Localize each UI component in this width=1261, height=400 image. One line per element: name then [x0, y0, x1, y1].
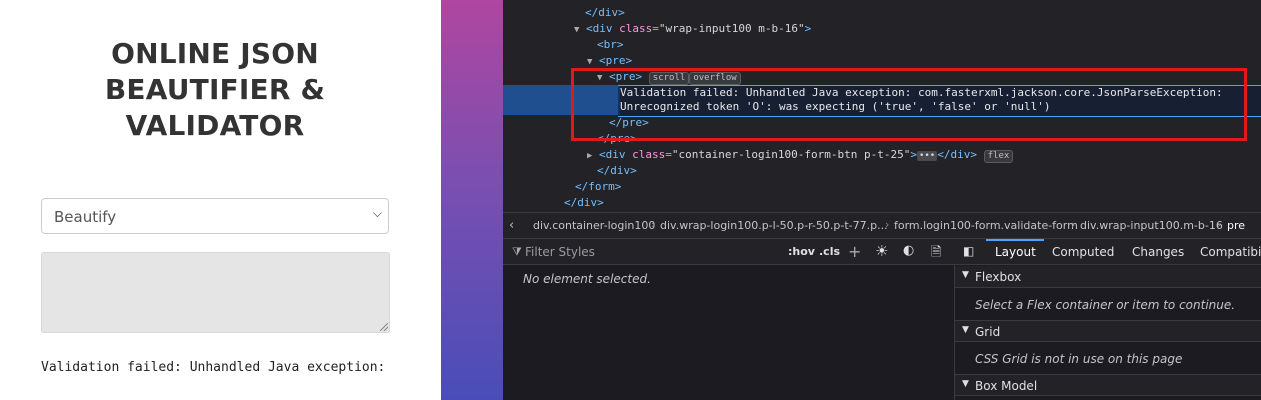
breadcrumb-item[interactable]: div.wrap-input100.m-b-16 — [1080, 219, 1223, 232]
expand-triangle-icon: ▼ — [962, 270, 969, 280]
section-label: Grid — [975, 325, 1001, 339]
webpage: ONLINE JSON BEAUTIFIER & VALIDATOR Beaut… — [0, 0, 441, 400]
section-label: Flexbox — [975, 270, 1022, 284]
tree-node[interactable]: </div> — [597, 163, 637, 179]
tag-text: </div> — [937, 148, 977, 161]
page-title-line: ONLINE JSON — [111, 37, 319, 70]
resize-grip-icon[interactable] — [380, 323, 388, 331]
mode-select[interactable]: Beautify ⌵ — [41, 198, 389, 234]
active-tab-indicator — [986, 239, 1044, 241]
tag-text: </div> — [564, 196, 604, 209]
tag-text: <br> — [597, 38, 624, 51]
grid-message: CSS Grid is not in use on this page — [975, 352, 1183, 366]
tag-text: </div> — [585, 6, 625, 19]
tag-text: </form> — [575, 180, 622, 193]
hover-states-button[interactable]: :hov — [788, 245, 815, 258]
tab-compatibility[interactable]: Compatibili — [1200, 245, 1261, 259]
chevron-down-icon: ⌵ — [372, 206, 382, 220]
breadcrumb-separator-icon: › — [1217, 218, 1222, 231]
print-media-icon[interactable]: 🗎 — [931, 243, 941, 265]
tag-text: <div — [599, 148, 626, 161]
collapsed-ellipsis[interactable]: ••• — [916, 151, 938, 161]
page-title-line: BEAUTIFIER & — [104, 73, 326, 106]
tag-text: </div> — [597, 164, 637, 177]
section-box-model[interactable]: ▼ Box Model — [955, 374, 1261, 396]
expand-triangle-icon[interactable]: ▼ — [587, 57, 592, 67]
validation-result: Validation failed: Unhandled Java except… — [41, 360, 386, 375]
breadcrumb-item[interactable]: div.wrap-login100.p-l-50.p-r-50.p-t-77.p… — [660, 219, 888, 232]
devtools-panel: </div> ▼ <div class="wrap-input100 m-b-1… — [503, 0, 1261, 400]
filter-icon: ⧩ — [512, 245, 522, 258]
rules-panel: ⧩ Filter Styles :hov .cls + ☀ ◐ 🗎 No ele… — [503, 239, 955, 400]
attr-name: class — [632, 148, 666, 161]
layout-panel: ◧ Layout Computed Changes Compatibili ▼ … — [955, 239, 1261, 400]
sidebar-tabs: ◧ Layout Computed Changes Compatibili — [955, 239, 1261, 265]
expand-triangle-icon[interactable]: ▶ — [587, 151, 592, 161]
tree-node[interactable]: </div> — [585, 5, 625, 21]
rules-toolbar: ⧩ Filter Styles :hov .cls + ☀ ◐ 🗎 — [503, 239, 955, 265]
tree-node-pre[interactable]: ▼ <pre> — [587, 53, 632, 69]
tag-text: > — [910, 148, 917, 161]
attr-value: "wrap-input100 m-b-16" — [658, 22, 805, 35]
tab-layout[interactable]: Layout — [995, 245, 1036, 259]
tree-node[interactable]: </div> — [564, 195, 604, 211]
expand-triangle-icon[interactable]: ▼ — [574, 25, 579, 35]
annotation-highlight-box — [571, 68, 1247, 141]
add-rule-icon[interactable]: + — [848, 242, 861, 261]
breadcrumb-item-current[interactable]: pre — [1227, 219, 1245, 232]
chevron-left-icon[interactable]: ‹ — [509, 218, 514, 233]
breadcrumb-item[interactable]: form.login100-form.validate-form — [894, 219, 1078, 232]
tag-text: <div — [586, 22, 613, 35]
breadcrumb-separator-icon: › — [885, 218, 890, 231]
filter-styles-input[interactable]: Filter Styles — [525, 245, 595, 259]
breadcrumb-item[interactable]: div.container-login100 — [533, 219, 655, 232]
expand-triangle-icon: ▼ — [962, 379, 969, 389]
mode-select-value: Beautify — [54, 208, 117, 226]
breadcrumb-separator-icon: › — [1071, 218, 1076, 231]
classes-button[interactable]: .cls — [819, 245, 840, 258]
light-scheme-icon[interactable]: ☀ — [875, 242, 888, 260]
tree-node-br[interactable]: <br> — [597, 37, 624, 53]
tree-node[interactable]: </form> — [575, 179, 621, 195]
markup-tree: </div> ▼ <div class="wrap-input100 m-b-1… — [503, 0, 1261, 212]
toggle-panel-icon[interactable]: ◧ — [963, 244, 974, 258]
page-title-line: VALIDATOR — [125, 109, 305, 142]
page-background-gradient — [441, 0, 503, 400]
tree-node-wrap-input[interactable]: ▼ <div class="wrap-input100 m-b-16"> — [574, 21, 811, 37]
flex-badge[interactable]: flex — [983, 150, 1014, 163]
tree-node-form-btn[interactable]: ▶ <div class="container-login100-form-bt… — [587, 147, 1014, 163]
section-label: Box Model — [975, 379, 1038, 393]
section-flexbox[interactable]: ▼ Flexbox — [955, 266, 1261, 288]
dark-scheme-icon[interactable]: ◐ — [903, 243, 914, 258]
breadcrumb: ‹ div.container-login100 › div.wrap-logi… — [503, 212, 1261, 239]
page-title: ONLINE JSON BEAUTIFIER & VALIDATOR — [0, 36, 430, 144]
tag-text: > — [804, 22, 812, 35]
tag-text: <pre> — [599, 54, 633, 67]
breadcrumb-separator-icon: › — [651, 218, 656, 231]
expand-triangle-icon: ▼ — [962, 325, 969, 335]
tab-changes[interactable]: Changes — [1132, 245, 1184, 259]
attr-name: class — [619, 22, 653, 35]
attr-value: "container-login100-form-btn p-t-25" — [671, 148, 911, 161]
no-element-message: No element selected. — [523, 272, 651, 286]
section-grid[interactable]: ▼ Grid — [955, 320, 1261, 342]
flexbox-message: Select a Flex container or item to conti… — [975, 298, 1236, 312]
json-input-textarea[interactable] — [41, 252, 390, 333]
tab-computed[interactable]: Computed — [1052, 245, 1114, 259]
